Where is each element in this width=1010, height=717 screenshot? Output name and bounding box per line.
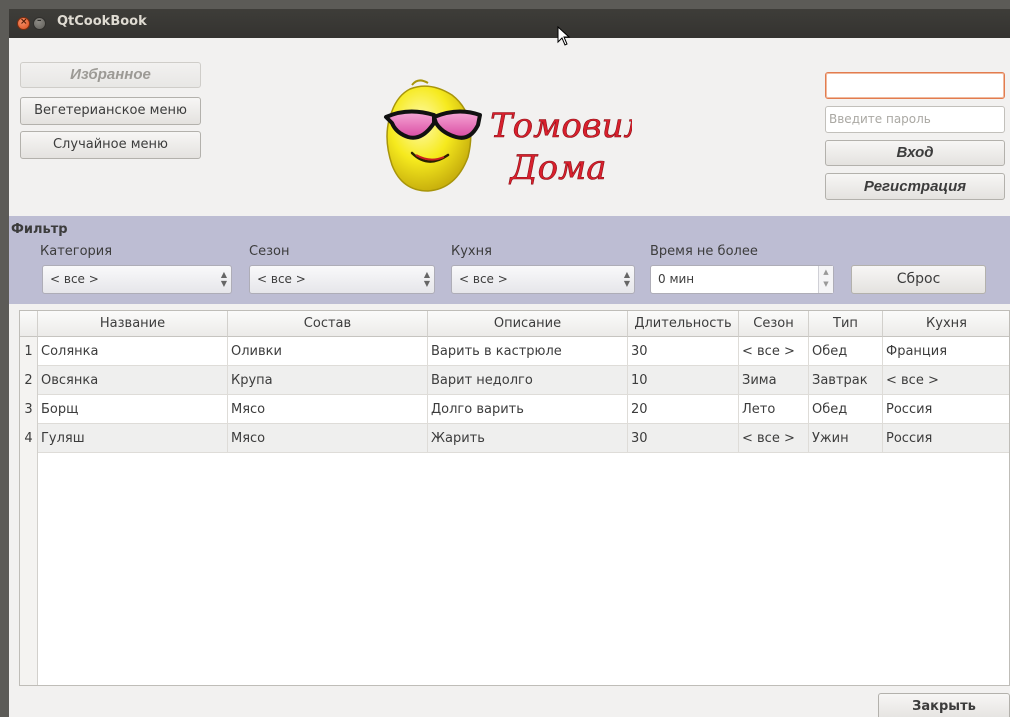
- cell-ingredients[interactable]: Мясо: [228, 395, 428, 424]
- lemon-icon: [384, 79, 482, 192]
- filter-title: Фильтр: [11, 222, 68, 237]
- table-corner: [20, 311, 38, 337]
- cuisine-select-value: < все >: [459, 272, 508, 286]
- category-select-value: < все >: [50, 272, 99, 286]
- minimize-window-button[interactable]: –: [33, 16, 46, 30]
- cell-name[interactable]: Борщ: [38, 395, 228, 424]
- cell-cuisine[interactable]: Россия: [883, 395, 1009, 424]
- table-row[interactable]: 3 Борщ Мясо Долго варить 20 Лето Обед Россия: [20, 395, 1009, 424]
- cuisine-label: Кухня: [451, 244, 492, 259]
- reset-filter-button[interactable]: Сброс: [851, 265, 986, 294]
- cell-duration[interactable]: 20: [628, 395, 739, 424]
- season-select[interactable]: < все > ▲ ▼: [249, 265, 435, 294]
- category-label: Категория: [40, 244, 113, 259]
- cell-season[interactable]: < все >: [739, 424, 809, 453]
- favorites-button[interactable]: Избранное: [20, 62, 201, 88]
- cell-name[interactable]: Гуляш: [38, 424, 228, 453]
- title-bar: × – QtCookBook: [9, 9, 1010, 46]
- cell-name[interactable]: Солянка: [38, 337, 228, 366]
- cell-ingredients[interactable]: Оливки: [228, 337, 428, 366]
- cell-cuisine[interactable]: Франция: [883, 337, 1009, 366]
- season-label: Сезон: [249, 244, 290, 259]
- register-button[interactable]: Регистрация: [825, 173, 1005, 200]
- header-col-season[interactable]: Сезон: [739, 311, 809, 337]
- app-logo: Tомовим Дома: [384, 79, 632, 192]
- minimize-icon: –: [37, 16, 42, 26]
- updown-arrows-icon: ▲ ▼: [220, 270, 227, 288]
- season-select-value: < все >: [257, 272, 306, 286]
- updown-arrows-icon: ▲ ▼: [623, 270, 630, 288]
- cell-duration[interactable]: 30: [628, 424, 739, 453]
- cell-season[interactable]: Зима: [739, 366, 809, 395]
- cell-ingredients[interactable]: Мясо: [228, 424, 428, 453]
- cell-description[interactable]: Жарить: [428, 424, 628, 453]
- cell-cuisine[interactable]: Россия: [883, 424, 1009, 453]
- logo-text-line2: Дома: [508, 148, 607, 188]
- cell-cuisine[interactable]: < все >: [883, 366, 1009, 395]
- random-menu-button[interactable]: Случайное меню: [20, 131, 201, 159]
- window-title: QtCookBook: [57, 14, 147, 29]
- cell-description[interactable]: Варить в кастрюле: [428, 337, 628, 366]
- cell-duration[interactable]: 10: [628, 366, 739, 395]
- close-button[interactable]: Закрыть: [878, 693, 1010, 717]
- login-input[interactable]: [825, 72, 1005, 99]
- close-window-button[interactable]: ×: [17, 17, 30, 30]
- header-col-cuisine[interactable]: Кухня: [883, 311, 1009, 337]
- row-number[interactable]: 2: [20, 366, 38, 395]
- cell-type[interactable]: Обед: [809, 337, 883, 366]
- mouse-cursor-icon: [557, 26, 571, 46]
- app-window: × – QtCookBook Избранное Вегетерианское …: [9, 9, 1010, 717]
- cell-season[interactable]: < все >: [739, 337, 809, 366]
- cell-season[interactable]: Лето: [739, 395, 809, 424]
- category-select[interactable]: < все > ▲ ▼: [42, 265, 232, 294]
- header-col-name[interactable]: Название: [38, 311, 228, 337]
- table-row[interactable]: 4 Гуляш Мясо Жарить 30 < все > Ужин Россия: [20, 424, 1009, 453]
- row-number[interactable]: 3: [20, 395, 38, 424]
- password-placeholder: Введите пароль: [829, 112, 931, 126]
- time-spinbox-value: 0 мин: [658, 272, 695, 286]
- time-label: Время не более: [650, 244, 758, 259]
- cell-type[interactable]: Завтрак: [809, 366, 883, 395]
- header-col-duration[interactable]: Длительность: [628, 311, 739, 337]
- row-number[interactable]: 1: [20, 337, 38, 366]
- header-col-type[interactable]: Тип: [809, 311, 883, 337]
- cell-name[interactable]: Овсянка: [38, 366, 228, 395]
- cell-type[interactable]: Обед: [809, 395, 883, 424]
- row-header-filler: [20, 453, 38, 685]
- table-row[interactable]: 1 Солянка Оливки Варить в кастрюле 30 < все >…: [20, 337, 1009, 366]
- cell-duration[interactable]: 30: [628, 337, 739, 366]
- login-button[interactable]: Вход: [825, 140, 1005, 166]
- cuisine-select[interactable]: < все > ▲ ▼: [451, 265, 635, 294]
- cell-description[interactable]: Долго варить: [428, 395, 628, 424]
- table-row[interactable]: 2 Овсянка Крупа Варит недолго 10 Зима Завтрак <…: [20, 366, 1009, 395]
- filter-panel: Фильтр Категория < все > ▲ ▼ Сезон < все …: [9, 216, 1010, 304]
- cell-ingredients[interactable]: Крупа: [228, 366, 428, 395]
- row-number[interactable]: 4: [20, 424, 38, 453]
- password-input[interactable]: Введите пароль: [825, 106, 1005, 133]
- close-icon: ×: [20, 17, 28, 27]
- vegetarian-menu-button[interactable]: Вегетерианское меню: [20, 97, 201, 125]
- spin-arrows-icon[interactable]: ▲ ▼: [818, 266, 833, 293]
- cell-description[interactable]: Варит недолго: [428, 366, 628, 395]
- header-col-description[interactable]: Описание: [428, 311, 628, 337]
- updown-arrows-icon: ▲ ▼: [423, 270, 430, 288]
- cell-type[interactable]: Ужин: [809, 424, 883, 453]
- header-col-ingredients[interactable]: Состав: [228, 311, 428, 337]
- recipes-table: Название Состав Описание Длительность Сезон Т…: [19, 310, 1010, 686]
- time-spinbox[interactable]: 0 мин ▲ ▼: [650, 265, 834, 294]
- logo-text-line1: Tомовим: [490, 106, 632, 146]
